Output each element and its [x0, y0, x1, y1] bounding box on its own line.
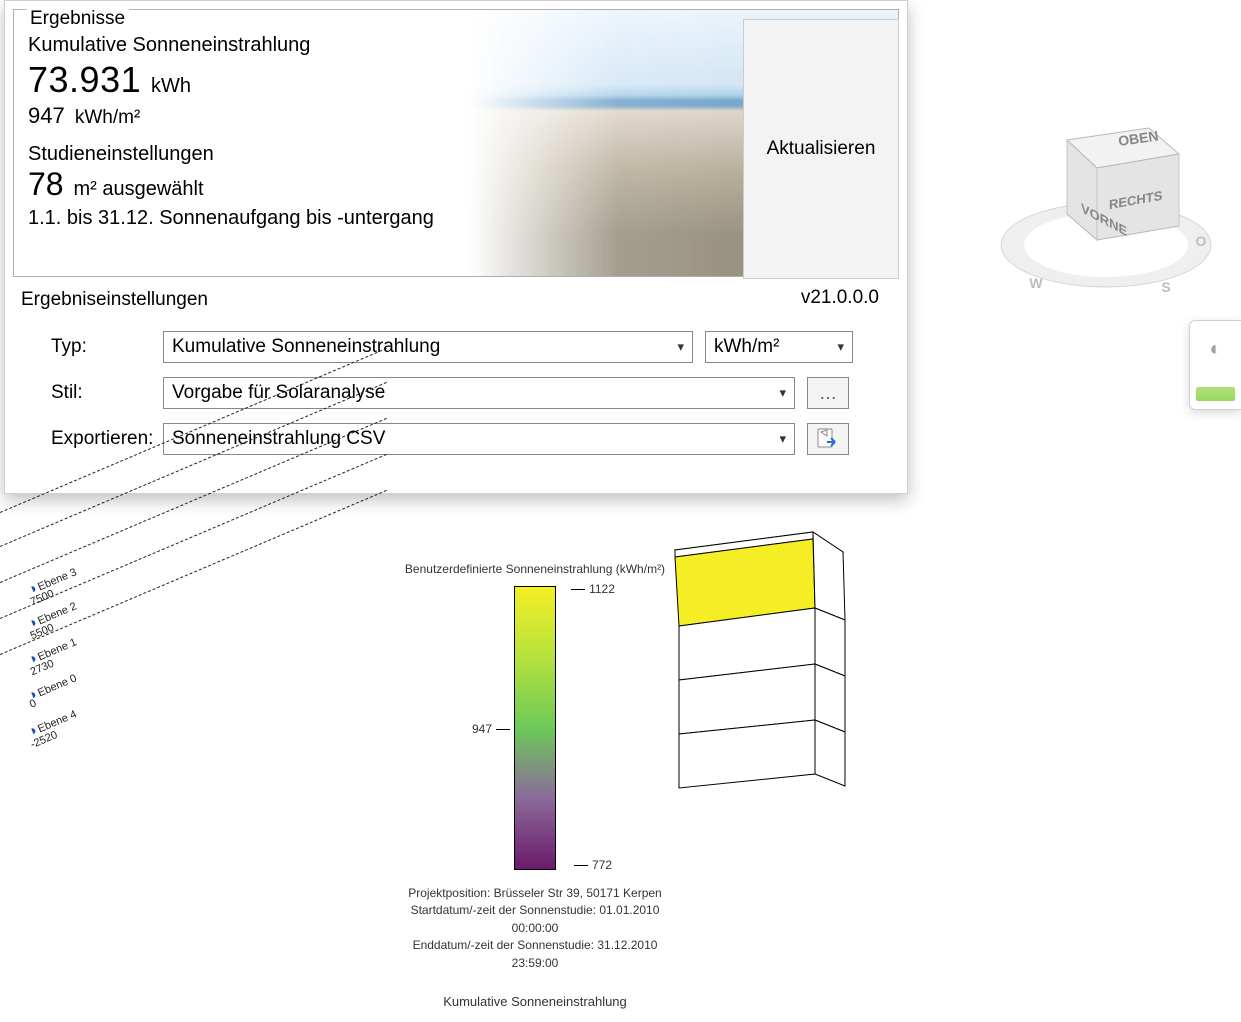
type-select[interactable]: Kumulative Sonneneinstrahlung ▾ [163, 331, 693, 363]
swatch-preview [1196, 387, 1235, 401]
style-select[interactable]: Vorgabe für Solaranalyse ▾ [163, 377, 795, 409]
compass-o: O [1196, 233, 1207, 249]
level-name: Ebene 3 [36, 566, 78, 593]
export-select[interactable]: Sonneneinstrahlung CSV ▾ [163, 423, 795, 455]
version-label: v21.0.0.0 [801, 287, 879, 309]
result-settings-fieldset: Ergebniseinstellungen v21.0.0.0 Typ: Kum… [7, 285, 905, 493]
export-icon [817, 428, 839, 450]
chevron-down-icon: ▾ [677, 339, 684, 355]
chevron-down-icon: ▾ [779, 431, 786, 447]
legend-end-date: Enddatum/-zeit der Sonnenstudie: 31.12.2… [390, 937, 680, 972]
results-panel: Ergebnisse ➤ Kumulative Sonneneinstrahlu… [4, 0, 908, 494]
cumulative-unit: kWh [151, 75, 191, 97]
compass-w: W [1029, 275, 1043, 291]
style-more-button[interactable]: … [807, 377, 849, 409]
unit-select[interactable]: kWh/m² ▾ [705, 331, 853, 363]
export-run-button[interactable] [807, 423, 849, 455]
legend-project-position: Projektposition: Brüsseler Str 39, 50171… [390, 885, 680, 902]
results-legend: Ergebnisse [26, 8, 129, 30]
refresh-button[interactable]: Aktualisieren [743, 19, 899, 279]
legend-title: Benutzerdefinierte Sonneneinstrahlung (k… [390, 562, 680, 576]
type-select-value: Kumulative Sonneneinstrahlung [172, 336, 440, 358]
legend-min: 772 [592, 858, 612, 872]
level-name: Ebene 0 [36, 672, 78, 699]
compass-s: S [1161, 279, 1170, 295]
level-markers: ◑Ebene 3 7500 ◑Ebene 2 5500 ◑Ebene 1 273… [0, 498, 430, 768]
legend-mid: 947 [472, 722, 492, 736]
legend-footer: Kumulative Sonneneinstrahlung [390, 994, 680, 1009]
legend-gradient [514, 586, 556, 870]
per-area-unit: kWh/m² [75, 107, 140, 128]
legend-start-date: Startdatum/-zeit der Sonnenstudie: 01.01… [390, 902, 680, 937]
view-cube[interactable]: N O S W OBEN VORNE RECHTS [991, 80, 1221, 310]
side-dock: ◐ [1189, 320, 1241, 410]
style-label: Stil: [21, 382, 151, 404]
legend-max: 1122 [589, 582, 615, 596]
insolation-legend: Benutzerdefinierte Sonneneinstrahlung (k… [390, 562, 680, 1009]
study-area-unit: m² ausgewählt [73, 178, 203, 200]
export-label: Exportieren: [21, 428, 151, 450]
level-name: Ebene 4 [36, 708, 78, 735]
result-settings-legend: Ergebniseinstellungen [21, 289, 208, 311]
solar-3d-model[interactable] [663, 530, 863, 790]
help-icon[interactable]: ◐ [1196, 329, 1235, 369]
level-name: Ebene 1 [36, 636, 78, 663]
chevron-down-icon: ▾ [837, 339, 844, 355]
cumulative-value: 73.931 [28, 59, 141, 100]
chevron-down-icon: ▾ [779, 385, 786, 401]
study-area-value: 78 [28, 166, 64, 203]
per-area-value: 947 [28, 103, 65, 128]
type-label: Typ: [21, 336, 151, 358]
unit-select-value: kWh/m² [714, 336, 779, 358]
